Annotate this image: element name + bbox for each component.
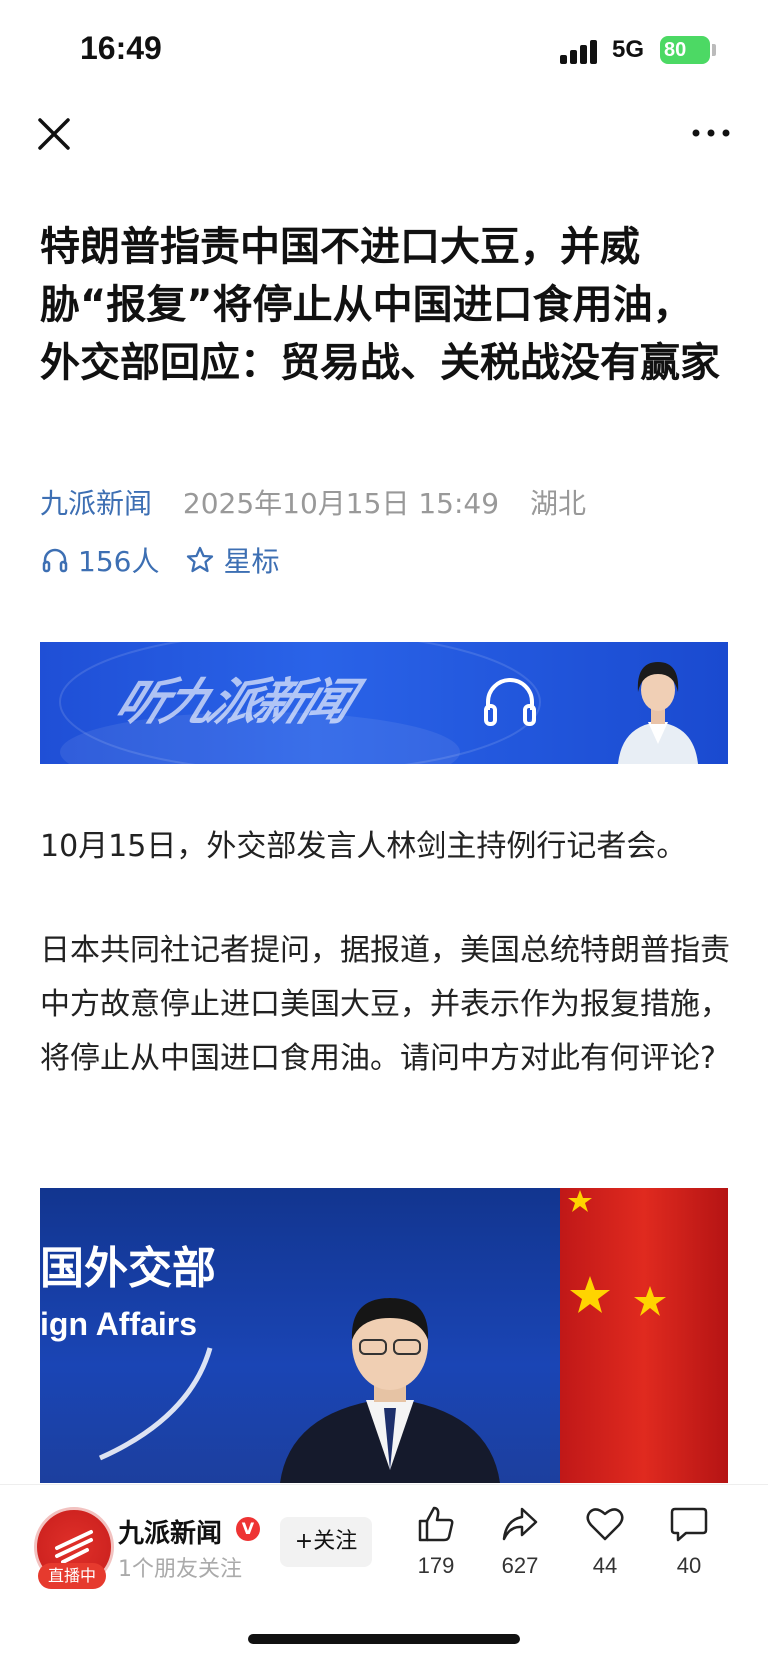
- listen-count-label: 156人: [78, 545, 160, 578]
- headphone-icon: [484, 678, 536, 726]
- article-location: 湖北: [529, 487, 586, 520]
- live-badge[interactable]: 直播中: [38, 1563, 106, 1589]
- share-count: 627: [501, 1553, 539, 1578]
- more-icon: [692, 129, 730, 137]
- heart-icon: [586, 1508, 624, 1541]
- audio-player-banner[interactable]: 听九派新闻: [40, 642, 728, 764]
- close-icon: [38, 118, 70, 150]
- account-name[interactable]: 九派新闻: [118, 1513, 222, 1550]
- star-icon: [187, 546, 214, 573]
- flag-stars: [568, 1190, 666, 1316]
- listen-count-button[interactable]: 156人: [40, 540, 159, 580]
- like-button[interactable]: 179: [396, 1505, 476, 1579]
- flag-image: [560, 1188, 728, 1483]
- share-icon: [502, 1507, 538, 1541]
- share-button[interactable]: 627: [480, 1505, 560, 1579]
- article-paragraph: 日本共同社记者提问，据报道，美国总统特朗普指责中方故意停止进口美国大豆，并表示作…: [40, 933, 730, 1076]
- signal-icon: [560, 38, 600, 64]
- network-label: 5G: [612, 36, 645, 63]
- article-paragraph: 10月15日，外交部发言人林剑主持例行记者会。: [40, 829, 687, 864]
- comment-icon: [670, 1507, 708, 1542]
- follow-button[interactable]: +关注: [280, 1517, 372, 1567]
- article-date: 2025年10月15日 15:49: [182, 487, 500, 520]
- presenter-image: [618, 662, 698, 764]
- article-photo[interactable]: 国外交部 ign Affairs: [40, 1188, 728, 1483]
- like-count: 179: [417, 1553, 455, 1578]
- comment-button[interactable]: 40: [649, 1505, 729, 1579]
- status-time: 16:49: [80, 30, 162, 66]
- photo-sign-text: 国外交部: [40, 1243, 216, 1294]
- favorite-count: 44: [592, 1553, 618, 1578]
- article-source-link[interactable]: 九派新闻: [40, 487, 152, 520]
- speaker-image: [280, 1298, 500, 1483]
- article-actions: 156人 星标: [40, 540, 279, 580]
- article-meta: 九派新闻 2025年10月15日 15:49 湖北: [40, 482, 586, 522]
- status-bar: 16:49 5G 80: [0, 0, 768, 100]
- favorite-button[interactable]: 44: [565, 1505, 645, 1579]
- home-indicator[interactable]: [248, 1634, 520, 1644]
- more-button[interactable]: [690, 118, 732, 148]
- article-title: 特朗普指责中国不进口大豆，并威胁“报复”将停止从中国进口食用油，外交部回应：贸易…: [40, 224, 720, 386]
- comment-count: 40: [676, 1553, 702, 1578]
- thumbs-up-icon: [418, 1506, 454, 1542]
- battery-level: 80: [664, 39, 687, 61]
- photo-sign-text-en: ign Affairs: [40, 1306, 198, 1342]
- star-label: 星标: [223, 545, 280, 578]
- star-button[interactable]: 星标: [185, 540, 279, 580]
- close-button[interactable]: [32, 112, 76, 156]
- banner-text: 听九派新闻: [107, 673, 359, 731]
- verified-icon: V: [236, 1517, 260, 1541]
- headphone-icon: [42, 548, 68, 573]
- friends-following-text: 1个朋友关注: [118, 1557, 242, 1582]
- battery-cap: [712, 44, 716, 56]
- battery-icon: 80: [660, 36, 710, 64]
